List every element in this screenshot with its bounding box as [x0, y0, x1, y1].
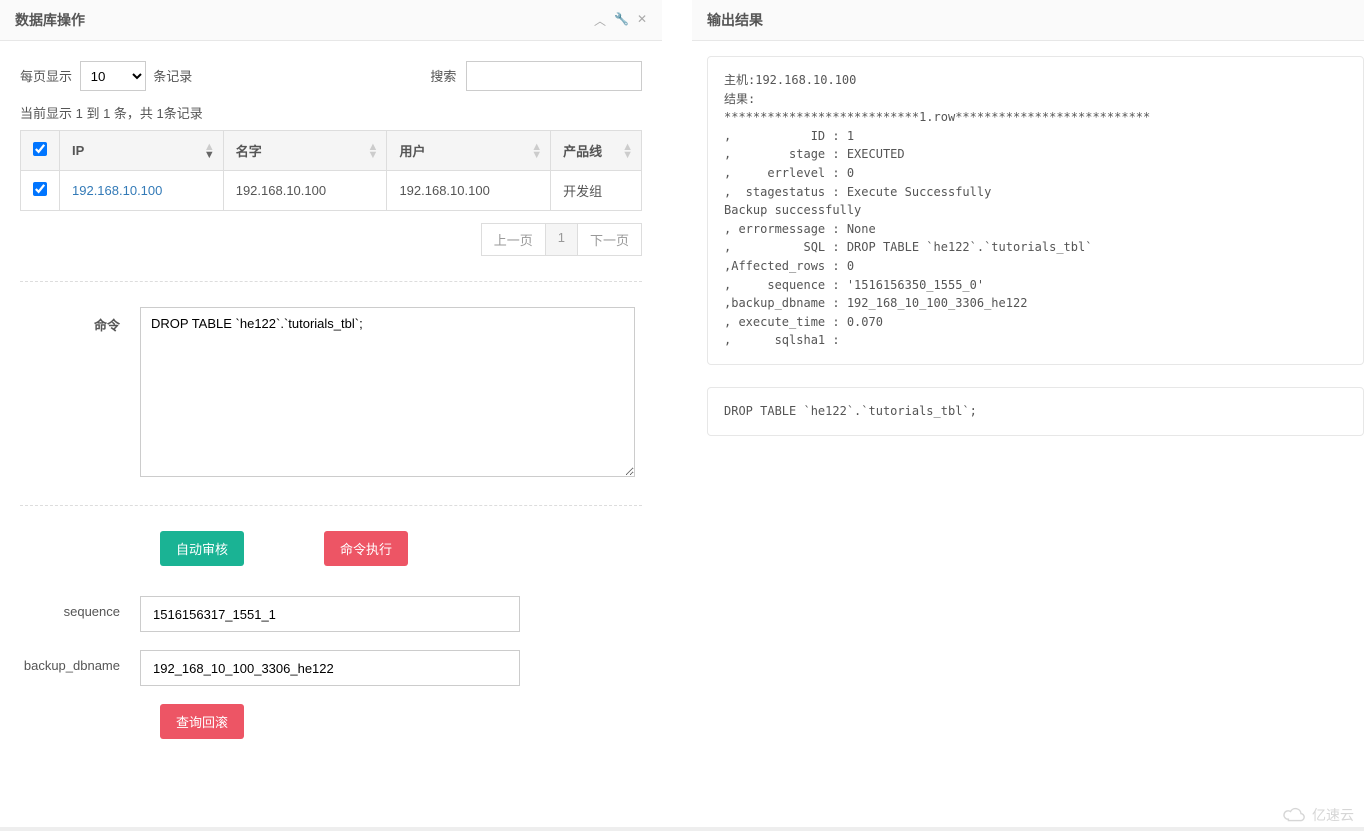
- panel-title-left: 数据库操作: [15, 10, 85, 30]
- page-length-select[interactable]: 10: [80, 61, 146, 91]
- next-page[interactable]: 下一页: [577, 223, 642, 256]
- data-table: IP ▲▼ 名字 ▲▼ 用户 ▲▼ 产品线 ▲▼: [20, 130, 642, 211]
- select-all-checkbox[interactable]: [33, 142, 47, 156]
- col-name[interactable]: 名字 ▲▼: [223, 131, 387, 171]
- search-input[interactable]: [466, 61, 642, 91]
- length-prefix: 每页显示: [20, 69, 72, 84]
- cloud-icon: [1280, 806, 1308, 824]
- panel-title-right: 输出结果: [707, 10, 763, 30]
- wrench-icon[interactable]: 🔧: [614, 12, 629, 29]
- panel-header-right: 输出结果: [692, 0, 1364, 41]
- collapse-icon[interactable]: ︿: [594, 12, 606, 29]
- divider: [20, 505, 642, 506]
- sort-icon: ▲▼: [622, 143, 633, 159]
- output-panel: 输出结果 主机:192.168.10.100 结果: *************…: [692, 0, 1364, 759]
- sort-icon: ▲▼: [204, 143, 215, 159]
- db-ops-panel: 数据库操作 ︿ 🔧 ✕ 每页显示 10 条记录: [0, 0, 662, 759]
- command-textarea[interactable]: [140, 307, 635, 477]
- search-label: 搜索: [430, 69, 456, 84]
- divider: [20, 281, 642, 282]
- table-info: 当前显示 1 到 1 条，共 1条记录: [20, 103, 642, 122]
- col-checkbox[interactable]: [21, 131, 60, 171]
- col-ip[interactable]: IP ▲▼: [60, 131, 224, 171]
- cmd-label: 命令: [20, 307, 140, 334]
- length-suffix: 条记录: [153, 69, 192, 84]
- cell-line: 开发组: [551, 171, 642, 211]
- cell-user: 192.168.10.100: [387, 171, 551, 211]
- watermark-text: 亿速云: [1312, 805, 1354, 825]
- table-row: 192.168.10.100 192.168.10.100 192.168.10…: [21, 171, 642, 211]
- table-search: 搜索: [430, 61, 642, 91]
- page-length: 每页显示 10 条记录: [20, 61, 192, 91]
- sql-box: DROP TABLE `he122`.`tutorials_tbl`;: [707, 387, 1364, 436]
- cell-name: 192.168.10.100: [223, 171, 387, 211]
- pagination: 上一页 1 下一页: [20, 223, 642, 256]
- col-user[interactable]: 用户 ▲▼: [387, 131, 551, 171]
- prev-page[interactable]: 上一页: [481, 223, 546, 256]
- rollback-button[interactable]: 查询回滚: [160, 704, 244, 739]
- backup-dbname-label: backup_dbname: [20, 650, 140, 673]
- auto-audit-button[interactable]: 自动审核: [160, 531, 244, 566]
- sequence-input[interactable]: [140, 596, 520, 632]
- execute-button[interactable]: 命令执行: [324, 531, 408, 566]
- result-text: 主机:192.168.10.100 结果: ******************…: [724, 71, 1347, 350]
- page-1[interactable]: 1: [545, 223, 578, 256]
- backup-dbname-input[interactable]: [140, 650, 520, 686]
- sort-icon: ▲▼: [368, 143, 379, 159]
- result-box: 主机:192.168.10.100 结果: ******************…: [707, 56, 1364, 365]
- col-product[interactable]: 产品线 ▲▼: [551, 131, 642, 171]
- close-icon[interactable]: ✕: [637, 12, 647, 29]
- sort-icon: ▲▼: [531, 143, 542, 159]
- bottom-bar: [0, 827, 1364, 831]
- panel-header-left: 数据库操作 ︿ 🔧 ✕: [0, 0, 662, 41]
- ip-link[interactable]: 192.168.10.100: [72, 183, 162, 198]
- row-checkbox[interactable]: [33, 182, 47, 196]
- watermark: 亿速云: [1280, 805, 1354, 825]
- sql-text: DROP TABLE `he122`.`tutorials_tbl`;: [724, 402, 1347, 421]
- sequence-label: sequence: [20, 596, 140, 619]
